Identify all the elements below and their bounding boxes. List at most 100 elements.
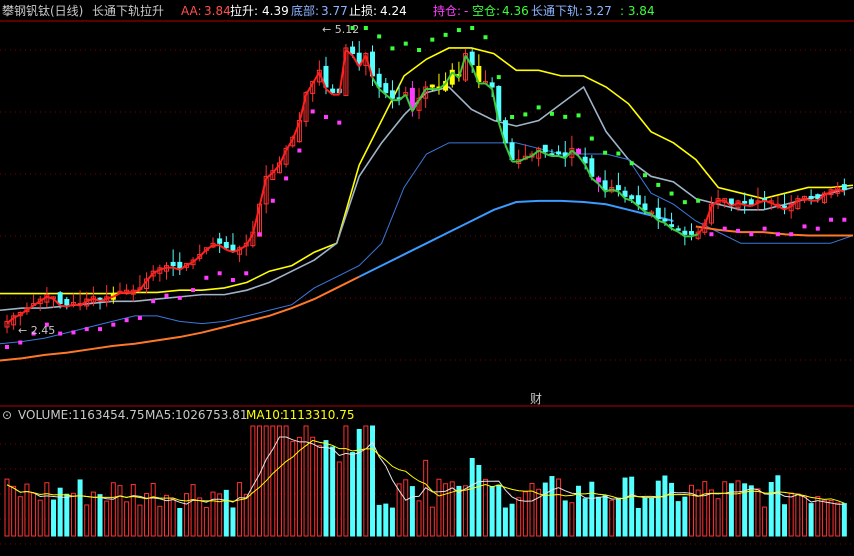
signal-line — [457, 55, 467, 79]
empty-dot — [390, 46, 395, 51]
volume-bar — [509, 503, 515, 537]
volume-bar — [97, 494, 103, 537]
volume-bar — [502, 507, 508, 537]
volume-bar — [562, 500, 568, 537]
volume-bar — [615, 497, 621, 537]
volume-bar — [801, 495, 807, 537]
empty-dot — [510, 114, 515, 119]
candle-body — [615, 185, 621, 191]
support-dot — [151, 299, 156, 304]
volume-bar — [223, 489, 229, 537]
support-dot — [164, 293, 169, 298]
volume-bar — [662, 475, 668, 537]
volume-bar — [722, 481, 728, 537]
volume-bar — [782, 504, 788, 537]
support-dot — [177, 295, 182, 300]
support-dot — [4, 345, 9, 349]
empty-dot — [656, 182, 661, 187]
line-stop-loss — [0, 47, 854, 295]
support-dot — [722, 226, 727, 231]
volume-bar — [330, 446, 336, 537]
support-dot — [84, 327, 89, 332]
candle-body — [841, 184, 847, 191]
volume-bar — [77, 479, 83, 537]
volume-bar — [389, 507, 395, 537]
support-dot — [284, 176, 289, 181]
volume-bar — [463, 485, 469, 537]
volume-bar — [144, 493, 150, 537]
candle-body — [595, 177, 601, 183]
candle-body — [602, 180, 608, 191]
volume-bar — [762, 506, 768, 537]
volume-bar — [835, 502, 841, 537]
volume-bar — [383, 503, 389, 537]
signal-line — [119, 291, 127, 295]
signal-line — [245, 233, 254, 246]
signal-line — [278, 150, 288, 166]
signal-line — [272, 164, 281, 174]
volume-bar — [57, 487, 63, 537]
volume-bar — [250, 425, 256, 537]
candle-body — [170, 261, 176, 267]
candle-body — [383, 83, 389, 94]
volume-bar — [496, 484, 502, 537]
volume-bar — [635, 507, 641, 537]
volume-bar — [64, 493, 70, 537]
support-dot — [310, 109, 315, 114]
candle-body — [635, 195, 641, 205]
volume-bar — [788, 492, 794, 537]
signal-line — [192, 255, 201, 263]
empty-dot — [616, 151, 621, 156]
support-dot — [842, 217, 847, 222]
empty-dot — [403, 41, 408, 46]
volume-bar — [163, 494, 169, 537]
volume-bar — [350, 452, 356, 537]
volume-bar — [449, 481, 455, 537]
support-dot — [802, 224, 807, 229]
price-volume-chart[interactable]: ← 5.12 ← 2.45 财 — [0, 0, 854, 556]
volume-bar — [469, 458, 475, 537]
volume-bar — [137, 504, 143, 537]
candle-body — [64, 298, 70, 306]
volume-bar — [44, 482, 50, 537]
volume-bar — [715, 498, 721, 537]
empty-dot — [642, 173, 647, 178]
volume-bar — [197, 497, 203, 537]
signal-line — [531, 149, 540, 157]
volume-bar — [210, 491, 216, 537]
candle-body — [642, 203, 648, 211]
volume-bar — [821, 499, 827, 537]
volume-bar — [841, 503, 847, 537]
volume-bar — [70, 492, 76, 537]
empty-dot — [523, 112, 528, 117]
candle-body — [330, 88, 336, 94]
long-ma-line — [0, 275, 360, 362]
volume-bar — [336, 461, 342, 537]
empty-dot — [589, 136, 594, 141]
empty-dot — [682, 200, 687, 205]
volume-bar — [150, 483, 156, 537]
volume-bar — [403, 479, 409, 537]
candle-body — [815, 194, 821, 200]
support-dot — [98, 327, 103, 332]
volume-bar — [37, 499, 43, 537]
volume-bar — [589, 481, 595, 537]
candle-body — [230, 244, 236, 251]
volume-bar — [396, 483, 402, 537]
candle-body — [682, 230, 688, 235]
signal-line — [199, 249, 208, 258]
empty-dot — [563, 114, 568, 119]
candle-body — [223, 242, 229, 249]
volume-bar — [4, 478, 10, 537]
volume-bar — [177, 507, 183, 537]
volume-bar — [356, 428, 362, 537]
candle-body — [662, 218, 668, 222]
candle-body — [350, 46, 356, 55]
volume-bar — [682, 496, 688, 537]
empty-dot — [430, 37, 435, 42]
volume-bar — [649, 497, 655, 537]
volume-bar — [675, 501, 681, 537]
volume-bar — [130, 483, 136, 537]
volume-bar — [768, 482, 774, 537]
support-dot — [244, 271, 249, 276]
